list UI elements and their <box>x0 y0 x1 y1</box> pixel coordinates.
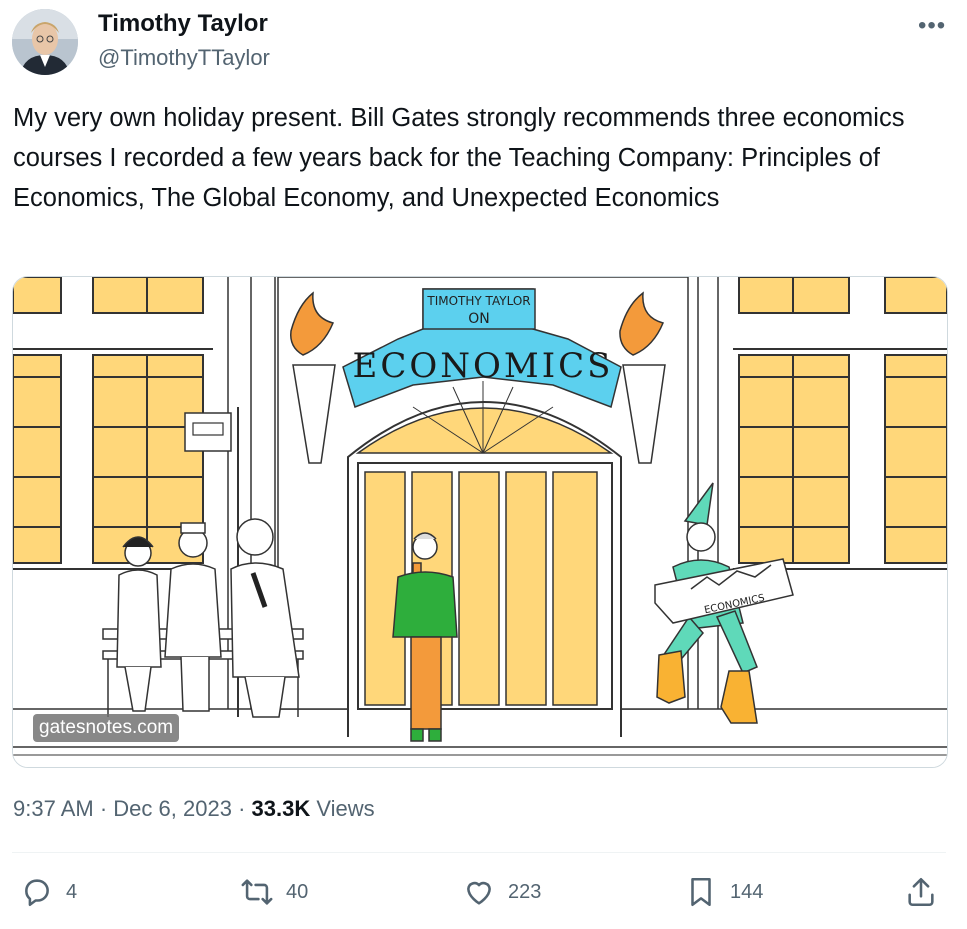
avatar-photo <box>12 9 78 75</box>
share-button[interactable] <box>904 872 938 912</box>
tweet-text: My very own holiday present. Bill Gates … <box>13 104 905 212</box>
tweet-meta: 9:37 AM · Dec 6, 2023 · 33.3K Views <box>13 796 375 822</box>
tweet-image[interactable]: TIMOTHY TAYLOR ON ECONOMICS ECONOMICS <box>12 276 948 768</box>
tweet-date[interactable]: Dec 6, 2023 <box>113 796 232 821</box>
meta-separator: · <box>238 796 246 821</box>
reply-count: 4 <box>66 880 78 903</box>
divider <box>12 852 946 853</box>
sign-top-text: TIMOTHY TAYLOR <box>426 294 530 308</box>
like-count: 223 <box>508 880 542 903</box>
sign-on-text: ON <box>468 311 490 327</box>
image-watermark: gatesnotes.com <box>33 714 180 742</box>
like-icon <box>467 881 491 905</box>
author-handle[interactable]: @TimothyTTaylor <box>98 45 270 71</box>
bookmark-icon <box>691 877 711 907</box>
share-icon <box>908 877 934 907</box>
reply-button[interactable]: 4 <box>20 872 77 912</box>
meta-separator: · <box>99 796 108 821</box>
views-label: Views <box>316 796 375 821</box>
author-name[interactable]: Timothy Taylor <box>98 10 268 38</box>
like-button[interactable]: 223 <box>462 872 541 912</box>
bookmark-count: 144 <box>730 880 764 903</box>
economics-illustration: TIMOTHY TAYLOR ON ECONOMICS ECONOMICS <box>13 277 947 767</box>
avatar[interactable] <box>12 9 78 75</box>
repost-count: 40 <box>286 880 309 903</box>
sign-main-text: ECONOMICS <box>353 346 614 386</box>
tweet-time[interactable]: 9:37 AM <box>13 796 94 821</box>
repost-icon <box>241 879 273 905</box>
views-count: 33.3K <box>251 796 311 821</box>
repost-button[interactable]: 40 <box>240 872 308 912</box>
reply-icon <box>25 879 49 907</box>
more-icon[interactable]: ••• <box>918 12 946 40</box>
bookmark-button[interactable]: 144 <box>684 872 763 912</box>
